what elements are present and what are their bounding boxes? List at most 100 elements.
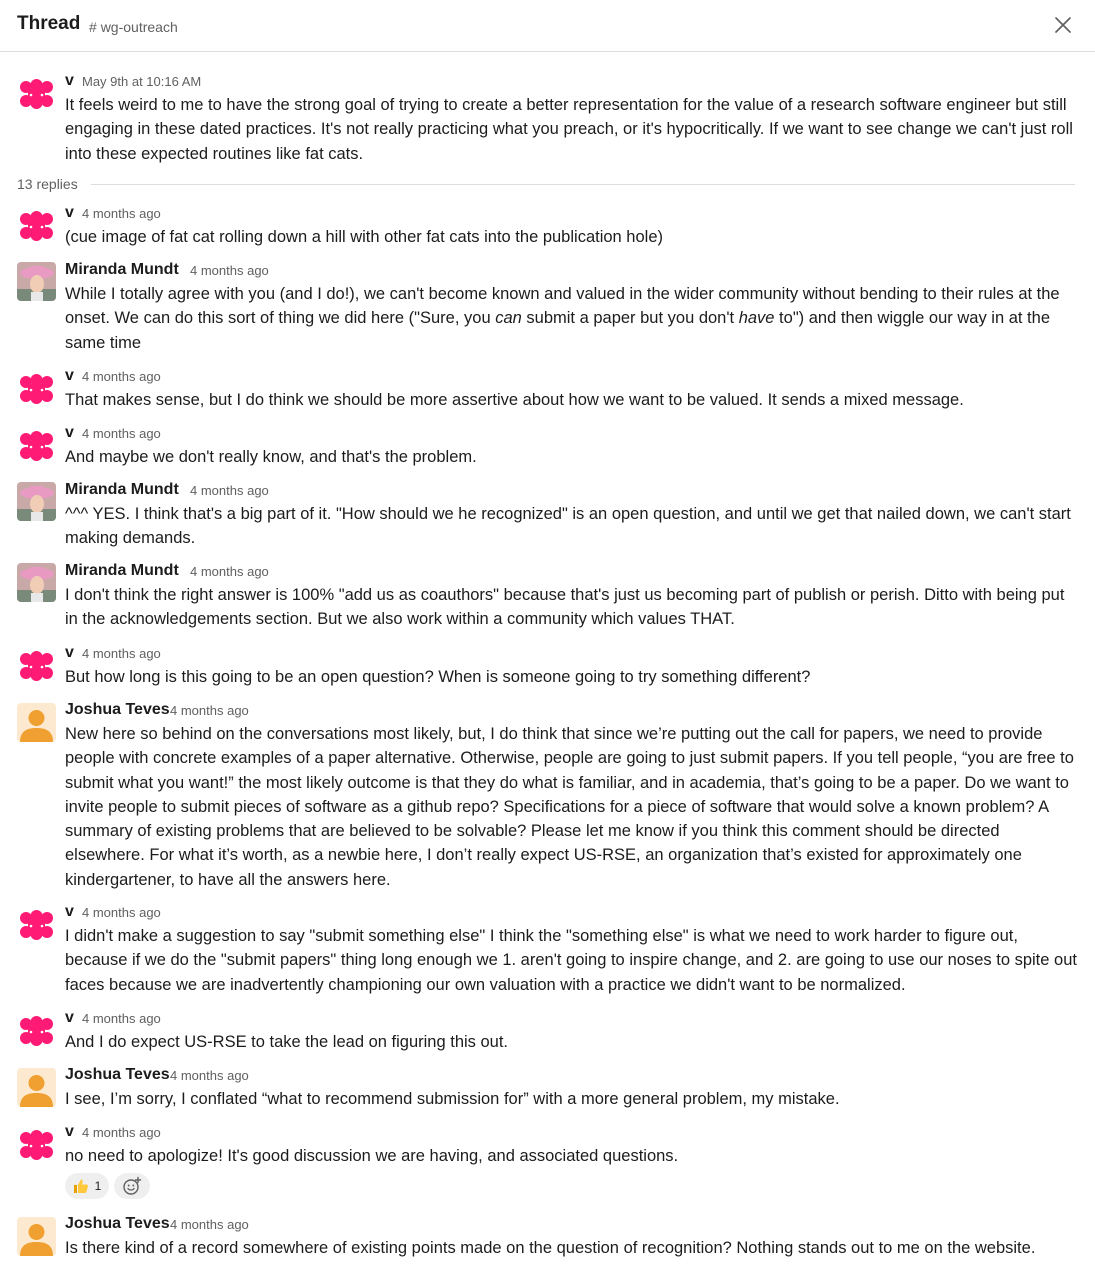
message-timestamp[interactable]: 4 months ago <box>170 1214 249 1236</box>
avatar[interactable] <box>17 427 56 466</box>
message-author[interactable]: v <box>65 901 74 923</box>
v-avatar-icon <box>20 211 53 241</box>
reply-message: Miranda Mundt 4 months ago ^^^ YES. I th… <box>0 479 1095 554</box>
message-author[interactable]: v <box>65 202 74 224</box>
message-author[interactable]: Joshua Teves <box>65 1213 170 1235</box>
message-author[interactable]: v <box>65 70 74 92</box>
avatar[interactable] <box>17 482 56 521</box>
divider-line <box>91 184 1075 185</box>
message-timestamp[interactable]: 4 months ago <box>190 260 269 282</box>
message-author[interactable]: Miranda Mundt <box>65 560 179 582</box>
avatar[interactable] <box>17 207 56 246</box>
message-text: But how long is this going to be an open… <box>65 668 811 686</box>
message-timestamp[interactable]: 4 months ago <box>82 366 161 388</box>
message-text: While I totally agree with you (and I do… <box>65 282 1080 355</box>
message-timestamp[interactable]: 4 months ago <box>82 902 161 924</box>
message-text: It feels weird to me to have the strong … <box>65 96 1073 163</box>
channel-name: wg-outreach <box>100 19 178 35</box>
message-timestamp[interactable]: 4 months ago <box>170 1065 249 1087</box>
message-text: I see, I’m sorry, I conflated “what to r… <box>65 1090 840 1108</box>
reply-message: v 4 months ago That makes sense, but I d… <box>0 365 1095 415</box>
miranda-avatar-icon <box>17 482 56 521</box>
message-timestamp[interactable]: 4 months ago <box>82 1008 161 1030</box>
thread-header: Thread # wg-outreach <box>0 0 1095 52</box>
reply-message: v 4 months ago And maybe we don't really… <box>0 422 1095 472</box>
parent-message: v May 9th at 10:16 AM It feels weird to … <box>0 70 1095 170</box>
message-author[interactable]: Miranda Mundt <box>65 259 179 281</box>
avatar[interactable] <box>17 370 56 409</box>
message-timestamp[interactable]: 4 months ago <box>82 1122 161 1144</box>
v-avatar-icon <box>20 910 53 940</box>
close-icon <box>1055 17 1071 33</box>
avatar[interactable] <box>17 75 56 114</box>
replies-divider: 13 replies <box>17 174 1075 194</box>
avatar[interactable] <box>17 647 56 686</box>
v-avatar-icon <box>20 431 53 461</box>
message-author[interactable]: v <box>65 1121 74 1143</box>
message-author[interactable]: Joshua Teves <box>65 699 170 721</box>
v-avatar-icon <box>20 1130 53 1160</box>
message-text: (cue image of fat cat rolling down a hil… <box>65 228 663 246</box>
avatar[interactable] <box>17 1126 56 1165</box>
reply-message: Miranda Mundt 4 months ago While I total… <box>0 259 1095 359</box>
message-text: no need to apologize! It's good discussi… <box>65 1147 679 1165</box>
close-button[interactable] <box>1051 13 1075 37</box>
channel-link[interactable]: # wg-outreach <box>89 17 178 37</box>
message-text: And maybe we don't really know, and that… <box>65 448 477 466</box>
avatar[interactable] <box>17 1012 56 1051</box>
replies-count: 13 replies <box>17 176 78 192</box>
message-author[interactable]: Miranda Mundt <box>65 479 179 501</box>
message-text: And I do expect US-RSE to take the lead … <box>65 1033 509 1051</box>
reply-message: Joshua Teves 4 months ago New here so be… <box>0 699 1095 894</box>
reply-message: v 4 months ago And I do expect US-RSE to… <box>0 1007 1095 1057</box>
message-timestamp[interactable]: 4 months ago <box>82 423 161 445</box>
avatar[interactable] <box>17 906 56 945</box>
add-reaction-icon <box>123 1176 142 1195</box>
avatar[interactable] <box>17 1068 56 1107</box>
thread-title: Thread <box>17 13 81 34</box>
message-text: Is there kind of a record somewhere of e… <box>65 1239 1036 1257</box>
avatar[interactable] <box>17 262 56 301</box>
message-author[interactable]: Joshua Teves <box>65 1064 170 1086</box>
message-timestamp[interactable]: 4 months ago <box>190 561 269 583</box>
thumbs-up-icon <box>73 1179 88 1193</box>
reply-message: v 4 months ago I didn't make a suggestio… <box>0 901 1095 1001</box>
reply-message: Miranda Mundt 4 months ago I don't think… <box>0 560 1095 635</box>
message-author[interactable]: v <box>65 1007 74 1029</box>
message-author[interactable]: v <box>65 642 74 664</box>
default-user-avatar-icon <box>17 703 56 742</box>
miranda-avatar-icon <box>17 563 56 602</box>
add-reaction-button[interactable] <box>114 1173 150 1199</box>
message-author[interactable]: v <box>65 422 74 444</box>
reply-message: v 4 months ago no need to apologize! It'… <box>0 1121 1095 1206</box>
reply-message: v 4 months ago But how long is this goin… <box>0 642 1095 692</box>
reply-message: Joshua Teves 4 months ago Is there kind … <box>0 1213 1095 1263</box>
v-avatar-icon <box>20 1016 53 1046</box>
message-author[interactable]: v <box>65 365 74 387</box>
message-timestamp[interactable]: 4 months ago <box>82 203 161 225</box>
reply-message: v 4 months ago (cue image of fat cat rol… <box>0 202 1095 252</box>
v-avatar-icon <box>20 79 53 109</box>
message-timestamp[interactable]: 4 months ago <box>190 480 269 502</box>
v-avatar-icon <box>20 651 53 681</box>
avatar[interactable] <box>17 703 56 742</box>
emphasis-text: can <box>495 309 522 328</box>
default-user-avatar-icon <box>17 1217 56 1256</box>
message-text: That makes sense, but I do think we shou… <box>65 391 964 409</box>
reaction-count: 1 <box>94 1179 102 1193</box>
reaction-thumbs-up[interactable]: 1 <box>65 1173 109 1199</box>
message-text: I didn't make a suggestion to say "submi… <box>65 927 1077 994</box>
avatar[interactable] <box>17 1217 56 1256</box>
emphasis-text: have <box>738 309 775 328</box>
avatar[interactable] <box>17 563 56 602</box>
v-avatar-icon <box>20 374 53 404</box>
message-timestamp[interactable]: 4 months ago <box>170 700 249 722</box>
message-text: I don't think the right answer is 100% "… <box>65 586 1065 629</box>
text-segment: submit a paper but you don't <box>521 309 739 328</box>
message-timestamp[interactable]: May 9th at 10:16 AM <box>82 71 201 93</box>
message-timestamp[interactable]: 4 months ago <box>82 643 161 665</box>
miranda-avatar-icon <box>17 262 56 301</box>
hash-icon: # <box>89 19 97 35</box>
default-user-avatar-icon <box>17 1068 56 1107</box>
message-text: New here so behind on the conversations … <box>65 725 1074 889</box>
